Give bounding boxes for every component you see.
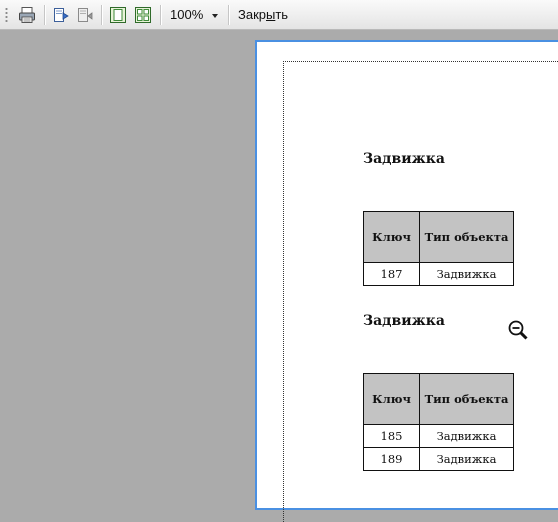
table-row: 185 Задвижка bbox=[363, 424, 514, 448]
toolbar-grip[interactable] bbox=[5, 7, 8, 24]
toolbar-separator bbox=[101, 5, 103, 25]
column-header: Тип объекта bbox=[419, 211, 514, 263]
one-page-view-button[interactable] bbox=[109, 6, 127, 24]
toolbar-separator bbox=[160, 5, 162, 25]
print-button[interactable] bbox=[18, 6, 36, 24]
column-header: Тип объекта bbox=[419, 373, 514, 425]
export-icon bbox=[78, 8, 93, 22]
zoom-out-cursor-icon bbox=[507, 319, 529, 341]
table-row: 189 Задвижка bbox=[363, 447, 514, 471]
export-button[interactable] bbox=[76, 6, 94, 24]
close-button[interactable]: Закрыть bbox=[238, 5, 288, 25]
page-setup-button[interactable] bbox=[52, 6, 70, 24]
column-header: Ключ bbox=[363, 373, 420, 425]
print-preview-toolbar: 100% Закрыть bbox=[0, 0, 558, 30]
table-cell: 189 bbox=[363, 447, 420, 471]
close-label-part: Закр bbox=[238, 7, 266, 22]
section-title: Задвижка bbox=[363, 151, 445, 167]
table-cell: 185 bbox=[363, 424, 420, 448]
table-cell: 187 bbox=[363, 262, 420, 286]
section-title: Задвижка bbox=[363, 313, 445, 329]
page-setup-icon bbox=[54, 8, 69, 22]
one-page-icon bbox=[110, 7, 126, 23]
table-cell: Задвижка bbox=[419, 447, 514, 471]
table-row: 187 Задвижка bbox=[363, 262, 514, 286]
chevron-down-icon bbox=[212, 14, 218, 18]
table-cell: Задвижка bbox=[419, 262, 514, 286]
multi-page-icon bbox=[135, 7, 151, 23]
toolbar-separator bbox=[228, 5, 230, 25]
table-cell: Задвижка bbox=[419, 424, 514, 448]
zoom-value: 100% bbox=[170, 7, 204, 22]
print-icon bbox=[19, 7, 35, 23]
toolbar-separator bbox=[44, 5, 46, 25]
zoom-dropdown[interactable]: 100% bbox=[166, 5, 222, 25]
report-table: Ключ Тип объекта 187 Задвижка bbox=[363, 211, 514, 286]
column-header: Ключ bbox=[363, 211, 420, 263]
multi-page-view-button[interactable] bbox=[134, 6, 152, 24]
report-table: Ключ Тип объекта 185 Задвижка 189 Задвиж… bbox=[363, 373, 514, 471]
close-label-part: ть bbox=[275, 7, 289, 22]
close-label-accelerator: ы bbox=[266, 7, 276, 22]
